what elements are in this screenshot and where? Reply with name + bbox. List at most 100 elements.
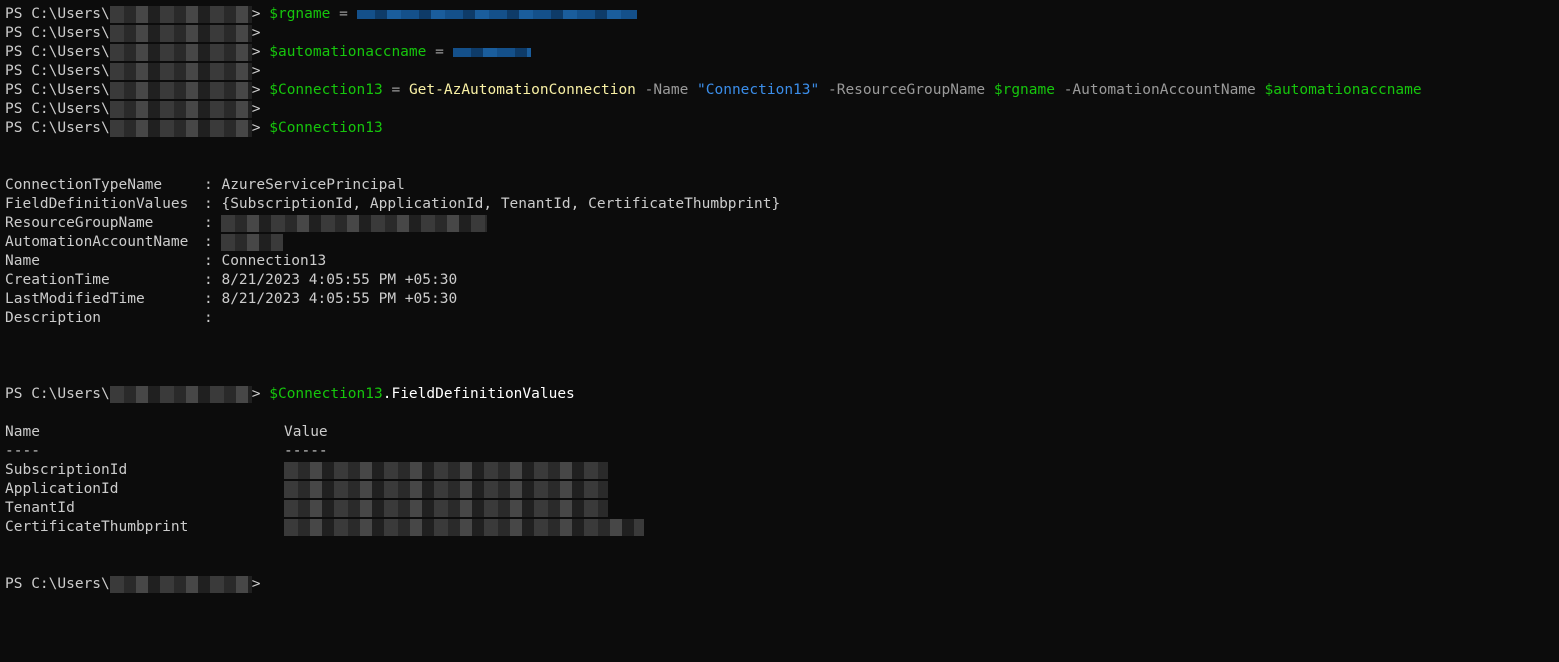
parameter: -AutomationAccountName [1054,82,1265,98]
prompt-text: PS C:\Users\ [5,101,110,117]
variable: $automationaccname [269,44,427,60]
string-literal: "Connection13" [697,82,820,98]
underline-name: ---- [5,443,40,459]
prompt-text: PS C:\Users\ [5,576,110,592]
prompt-end: > [251,63,261,79]
output-value: Connection13 [221,253,327,269]
prompt-end: > [251,101,261,117]
prompt-text: PS C:\Users\ [5,386,110,402]
output-row: CreationTime: 8/21/2023 4:05:55 PM +05:3… [5,271,1559,290]
redacted-value [356,10,637,19]
redacted-value [284,462,608,479]
redacted-username [109,44,252,61]
variable: $rgname [993,82,1055,98]
connection-output: ConnectionTypeName: AzureServicePrincipa… [5,176,1559,328]
column-header-name: Name [5,424,40,440]
prompt-text: PS C:\Users\ [5,6,110,22]
prompt-end: > [251,82,261,98]
table-row: ApplicationId [5,480,1559,499]
prompt-text: PS C:\Users\ [5,120,110,136]
output-sep: : [204,291,222,307]
redacted-username [109,101,252,118]
prompt-line: PS C:\Users\ > $rgname = [5,5,1559,24]
output-sep: : [204,272,222,288]
output-sep: : [204,310,222,326]
variable: $rgname [269,6,331,22]
prompt-line: PS C:\Users\ > $automationaccname = [5,43,1559,62]
redacted-value [284,481,608,498]
member-access: .FieldDefinitionValues [382,386,575,402]
row-name: SubscriptionId [5,462,128,478]
table-underline: ---- ----- [5,442,1559,461]
table-row: CertificateThumbprint [5,518,1559,537]
redacted-username [109,82,252,99]
prompt-line: PS C:\Users\ > $Connection13 .FieldDefinit… [5,385,1559,404]
output-value: 8/21/2023 4:05:55 PM +05:30 [221,291,458,307]
output-value: AzureServicePrincipal [221,177,405,193]
output-sep: : [204,253,222,269]
variable: $automationaccname [1264,82,1422,98]
prompt-line: PS C:\Users\ > $Connection13 = Get-AzAuto… [5,81,1559,100]
prompt-end: > [251,386,261,402]
output-row: FieldDefinitionValues: {SubscriptionId, … [5,195,1559,214]
table-row: TenantId [5,499,1559,518]
terminal-window[interactable]: PS C:\Users\ > $rgname = PS C:\Users\ > PS… [0,0,1559,662]
prompt-end: > [251,25,261,41]
redacted-value [221,215,488,232]
output-key: ResourceGroupName [5,215,154,231]
output-sep: : [204,215,222,231]
underline-value: ----- [284,443,328,459]
output-key: LastModifiedTime [5,291,145,307]
redacted-value [284,519,644,536]
output-key: AutomationAccountName [5,234,189,250]
output-key: FieldDefinitionValues [5,196,189,212]
cmdlet: Get-AzAutomationConnection [408,82,636,98]
redacted-username [109,63,252,80]
redacted-value [452,48,531,57]
output-row: LastModifiedTime: 8/21/2023 4:05:55 PM +… [5,290,1559,309]
prompt-line: PS C:\Users\ > [5,24,1559,43]
output-sep: : [204,196,222,212]
field-values-table: Name Value ---- ----- SubscriptionId Appli… [5,423,1559,537]
operator: = [330,6,357,22]
prompt-end: > [251,120,261,136]
operator: = [426,44,453,60]
prompt-end: > [251,44,261,60]
redacted-username [109,576,252,593]
output-key: CreationTime [5,272,110,288]
variable: $Connection13 [269,386,383,402]
redacted-username [109,25,252,42]
prompt-line: PS C:\Users\ > [5,62,1559,81]
table-header: Name Value [5,423,1559,442]
redacted-username [109,120,252,137]
prompt-line: PS C:\Users\ > $Connection13 [5,119,1559,138]
prompt-end: > [251,576,261,592]
operator: = [382,82,409,98]
output-key: Description [5,310,102,326]
prompt-text: PS C:\Users\ [5,63,110,79]
row-name: CertificateThumbprint [5,519,189,535]
parameter: -Name [635,82,698,98]
redacted-username [109,386,252,403]
prompt-text: PS C:\Users\ [5,44,110,60]
prompt-end: > [251,6,261,22]
prompt-line: PS C:\Users\ > [5,100,1559,119]
table-row: SubscriptionId [5,461,1559,480]
current-prompt-line[interactable]: PS C:\Users\ > [5,575,1559,594]
output-key: Name [5,253,40,269]
output-row: Name: Connection13 [5,252,1559,271]
redacted-value [221,234,284,251]
output-row: ResourceGroupName: [5,214,1559,233]
output-row: AutomationAccountName: [5,233,1559,252]
parameter: -ResourceGroupName [819,82,994,98]
variable: $Connection13 [269,120,383,136]
output-value: 8/21/2023 4:05:55 PM +05:30 [221,272,458,288]
prompt-text: PS C:\Users\ [5,82,110,98]
column-header-value: Value [284,424,328,440]
prompt-text: PS C:\Users\ [5,25,110,41]
output-sep: : [204,177,222,193]
row-name: TenantId [5,500,75,516]
row-name: ApplicationId [5,481,119,497]
variable: $Connection13 [269,82,383,98]
redacted-username [109,6,252,23]
